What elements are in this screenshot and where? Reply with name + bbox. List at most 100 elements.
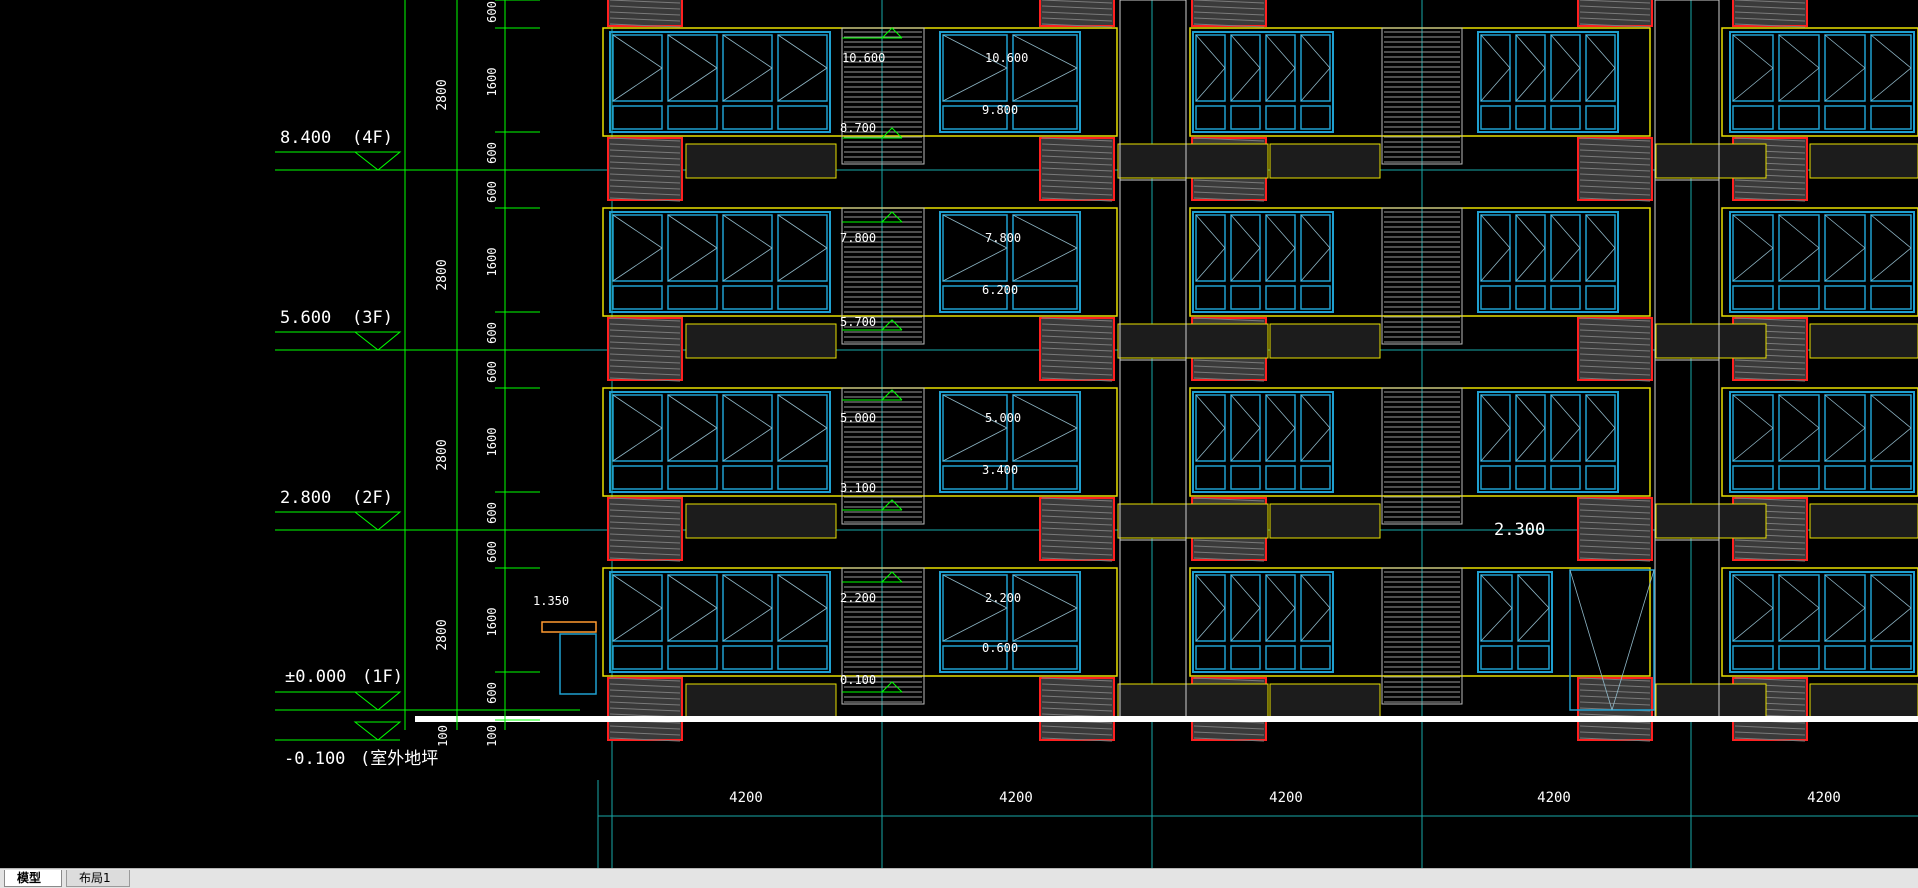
svg-text:7.800: 7.800: [985, 231, 1021, 245]
elevation-drawing: 8.400 (4F) 5.600 (3F) 2.800 (2F) ±0.000 …: [275, 0, 1918, 868]
spandrel-panel: [607, 0, 683, 28]
level-elevation: 2.800: [280, 488, 331, 508]
svg-text:2.200: 2.200: [840, 591, 876, 605]
entrance-elevation: 2.300: [1494, 520, 1545, 540]
spandrel-band: [1809, 683, 1918, 719]
stair-labels-right: 10.600 9.800 7.800 6.200 5.000 3.400 2.2…: [982, 51, 1028, 655]
spandrel-panel: [607, 317, 683, 382]
level-floor: (3F): [352, 308, 393, 328]
sub-dimension: 600: [485, 502, 499, 524]
spandrel-band: [1809, 323, 1918, 359]
drawing-canvas[interactable]: 8.400 (4F) 5.600 (3F) 2.800 (2F) ±0.000 …: [0, 0, 1918, 868]
tab-layout1[interactable]: 布局1: [66, 870, 130, 887]
storey-dimension: 2800: [435, 619, 450, 650]
level-floor: (1F): [362, 667, 403, 687]
window: [1192, 31, 1334, 133]
level-label-ground: -0.100 (室外地坪: [284, 749, 438, 769]
svg-text:0.600: 0.600: [982, 641, 1018, 655]
svg-text:6.200: 6.200: [982, 283, 1018, 297]
spandrel-panel: [1039, 317, 1115, 382]
bay-dimension: 4200: [1807, 790, 1841, 806]
tab-model[interactable]: 模型: [4, 870, 62, 887]
svg-text:7.800: 7.800: [840, 231, 876, 245]
spandrel-panel: [1039, 137, 1115, 202]
window: [1477, 571, 1553, 673]
window: [1729, 31, 1915, 133]
spandrel-panel: [1577, 137, 1653, 202]
spandrel-band: [1117, 143, 1269, 179]
bay-dimension: 4200: [729, 790, 763, 806]
stair-louver: [841, 387, 925, 525]
window: [939, 391, 1081, 493]
level-elevation: ±0.000: [285, 667, 346, 687]
stair-louver: [841, 27, 925, 165]
sub-dimension: 600: [485, 181, 499, 203]
storey-dimension: 2800: [435, 79, 450, 110]
level-floor: (4F): [352, 128, 393, 148]
frame: [1721, 207, 1918, 317]
spandrel-panel: [1039, 497, 1115, 562]
svg-text:5.000: 5.000: [985, 411, 1021, 425]
window: [939, 31, 1081, 133]
sub-dimension: 1600: [485, 248, 499, 277]
sub-dimension: 600: [485, 322, 499, 344]
spandrel-panel: [607, 677, 683, 742]
sub-dimension: 1600: [485, 608, 499, 637]
sub-dimension: 600: [485, 142, 499, 164]
spandrel-band: [1655, 503, 1767, 539]
window: [1477, 31, 1619, 133]
level-elevation: 8.400: [280, 128, 331, 148]
window: [609, 31, 831, 133]
window: [1729, 391, 1915, 493]
level-label-2f: 2.800 (2F): [280, 488, 393, 508]
entrance-door: [559, 633, 597, 695]
svg-text:10.600: 10.600: [842, 51, 885, 65]
svg-text:2.200: 2.200: [985, 591, 1021, 605]
spandrel-panel: [1039, 677, 1115, 742]
layout-tab-bar: 模型 布局1: [0, 868, 1918, 888]
window: [609, 571, 831, 673]
spandrel-panel: [1732, 0, 1808, 28]
bay-dimension: 4200: [1537, 790, 1571, 806]
canopy-elevation: 1.350: [533, 594, 569, 608]
sub-dimension: 1600: [485, 68, 499, 97]
spandrel-panel: [607, 497, 683, 562]
level-floor: (2F): [352, 488, 393, 508]
spandrel-panel: [1577, 0, 1653, 28]
spandrel-band: [685, 323, 837, 359]
spandrel-panel: [1577, 497, 1653, 562]
window: [609, 211, 831, 313]
spandrel-band: [1655, 683, 1767, 719]
svg-text:3.400: 3.400: [982, 463, 1018, 477]
level-elevation: -0.100: [284, 749, 345, 769]
storey-dimension: 2800: [435, 259, 450, 290]
spandrel-band: [1117, 503, 1269, 539]
spandrel-band: [1809, 503, 1918, 539]
sub-dimension: 600: [485, 682, 499, 704]
frame: [1721, 567, 1918, 677]
window: [1192, 391, 1334, 493]
level-floor: (室外地坪: [360, 749, 438, 769]
window: [1729, 211, 1915, 313]
spandrel-band: [685, 503, 837, 539]
spandrel-band: [1269, 143, 1381, 179]
bay-dimension: 4200: [1269, 790, 1303, 806]
sub-dimension: 600: [485, 541, 499, 563]
spandrel-band: [685, 143, 837, 179]
spandrel-band: [1269, 683, 1381, 719]
storey-dimension: 2800: [435, 439, 450, 470]
sub-dimension: 600: [485, 1, 499, 23]
bay-dimension: 4200: [999, 790, 1033, 806]
window: [1192, 571, 1334, 673]
spandrel-band: [1809, 143, 1918, 179]
window: [1729, 571, 1915, 673]
svg-text:9.800: 9.800: [982, 103, 1018, 117]
sub-dimension: 100: [436, 725, 450, 747]
ground-line: [415, 716, 1918, 722]
level-elevation: 5.600: [280, 308, 331, 328]
frame: [1721, 27, 1918, 137]
frame: [1721, 387, 1918, 497]
svg-text:0.100: 0.100: [840, 673, 876, 687]
sub-dimension: 1600: [485, 428, 499, 457]
window: [1477, 211, 1619, 313]
